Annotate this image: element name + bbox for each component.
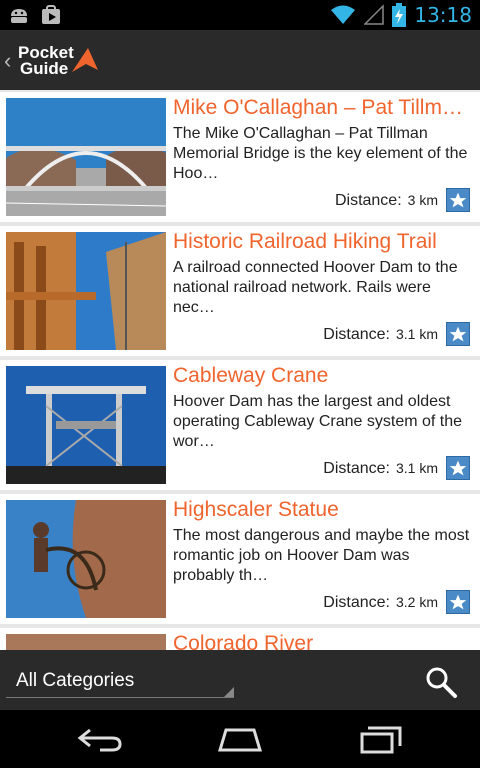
clock: 13:18 xyxy=(414,3,472,27)
thumbnail-statue xyxy=(6,500,166,618)
item-title: Historic Railroad Hiking Trail xyxy=(173,230,437,253)
search-icon[interactable] xyxy=(424,665,458,699)
category-spinner[interactable]: All Categories xyxy=(6,664,234,698)
battery-icon xyxy=(392,3,407,27)
home-icon[interactable] xyxy=(216,724,264,754)
thumbnail-river xyxy=(6,634,166,650)
thumbnail-railroad xyxy=(6,232,166,350)
list-item[interactable]: Historic Railroad Hiking Trail A railroa… xyxy=(0,226,480,356)
play-store-icon xyxy=(42,5,60,24)
list-item[interactable]: Colorado River xyxy=(0,628,480,650)
logo-line2: Guide xyxy=(20,59,69,78)
favorite-star-icon[interactable] xyxy=(446,590,470,614)
thumbnail-crane xyxy=(6,366,166,484)
up-chevron-icon[interactable]: ‹ xyxy=(4,48,11,74)
spinner-underline xyxy=(6,697,234,698)
favorite-star-icon[interactable] xyxy=(446,322,470,346)
item-title: Colorado River xyxy=(173,632,314,650)
logo-arrow-icon xyxy=(72,48,98,72)
recent-apps-icon[interactable] xyxy=(358,724,406,754)
favorite-star-icon[interactable] xyxy=(446,188,470,212)
list-item[interactable]: Highscaler Statue The most dangerous and… xyxy=(0,494,480,624)
item-description: The Mike O'Callaghan – Pat Tillman Memor… xyxy=(173,125,468,182)
action-bar: ‹ Pocket Guide xyxy=(0,30,480,90)
poi-list[interactable]: Mike O'Callaghan – Pat Tillman Memorial … xyxy=(0,90,480,650)
item-distance: Distance: 3.1 km xyxy=(323,326,438,343)
signal-icon xyxy=(364,4,385,25)
system-nav-bar xyxy=(0,710,480,768)
item-description: The most dangerous and maybe the most ro… xyxy=(173,527,470,584)
item-title: Cableway Crane xyxy=(173,364,329,387)
pocket-guide-logo[interactable]: Pocket Guide xyxy=(18,42,108,78)
item-distance: Distance: 3.2 km xyxy=(323,594,438,611)
android-notification-icon xyxy=(11,9,27,23)
item-description: Hoover Dam has the largest and oldest op… xyxy=(173,393,463,450)
category-selected: All Categories xyxy=(16,670,135,691)
item-title: Mike O'Callaghan – Pat Tillman Memorial … xyxy=(173,96,473,119)
back-icon[interactable] xyxy=(76,724,124,754)
item-description: A railroad connected Hoover Dam to the n… xyxy=(173,259,458,316)
list-item[interactable]: Mike O'Callaghan – Pat Tillman Memorial … xyxy=(0,92,480,222)
item-distance: Distance: 3 km xyxy=(334,192,438,209)
favorite-star-icon[interactable] xyxy=(446,456,470,480)
list-item[interactable]: Cableway Crane Hoover Dam has the larges… xyxy=(0,360,480,490)
item-distance: Distance: 3.1 km xyxy=(323,460,438,477)
bottom-bar: All Categories xyxy=(0,650,480,710)
thumbnail-bridge xyxy=(6,98,166,216)
spinner-dropdown-icon xyxy=(224,687,234,697)
status-bar: 13:18 xyxy=(0,0,480,30)
item-title: Highscaler Statue xyxy=(173,498,339,521)
wifi-icon xyxy=(331,5,356,24)
